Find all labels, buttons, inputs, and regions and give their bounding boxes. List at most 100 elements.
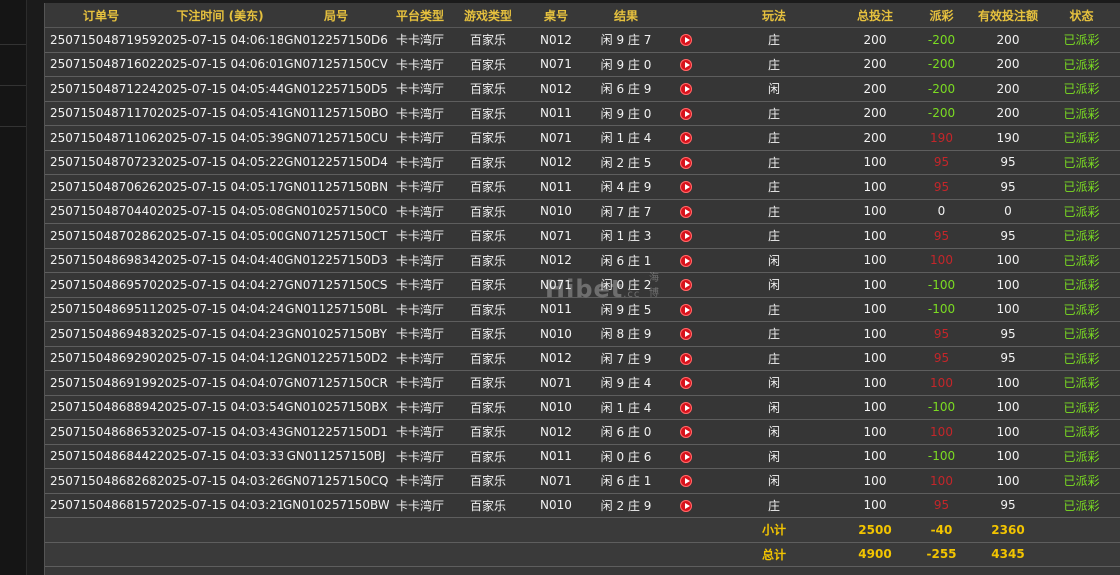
play-replay-icon[interactable] (680, 279, 692, 292)
table-row[interactable]: 250715048681579 2025-07-15 04:03:21 GN0102… (45, 493, 1120, 518)
cell-game-type: 百家乐 (451, 199, 525, 224)
cell-order-no: 250715048707232 (45, 150, 157, 175)
table-row[interactable]: 250715048686536 2025-07-15 04:03:43 GN0122… (45, 419, 1120, 445)
cell-payout: -100 (909, 444, 974, 469)
cell-round-no: GN011257150BO (283, 101, 389, 126)
play-replay-icon[interactable] (680, 230, 692, 243)
play-replay-icon[interactable] (680, 205, 692, 218)
col-header-table-no[interactable]: 桌号 (525, 3, 587, 28)
play-replay-icon[interactable] (680, 352, 692, 365)
play-replay-icon[interactable] (680, 132, 692, 145)
col-header-payout[interactable]: 派彩 (909, 3, 974, 28)
table-row[interactable]: 250715048702863 2025-07-15 04:05:00 GN0712… (45, 223, 1120, 249)
play-replay-icon[interactable] (680, 254, 692, 267)
play-replay-icon[interactable] (680, 401, 692, 414)
cell-total-bet: 100 (841, 321, 909, 347)
play-replay-icon[interactable] (680, 475, 692, 488)
cell-result: 闲 9 庄 0 (587, 101, 665, 126)
cell-result: 闲 9 庄 0 (587, 52, 665, 77)
cell-play: 闲 (707, 76, 841, 102)
cell-status: 已派彩 (1042, 76, 1120, 102)
play-replay-icon[interactable] (680, 58, 692, 71)
table-row[interactable]: 250715048712240 2025-07-15 04:05:44 GN0122… (45, 76, 1120, 102)
table-row[interactable]: 250715048707232 2025-07-15 04:05:22 GN0122… (45, 150, 1120, 175)
table-row[interactable]: 250715048695110 2025-07-15 04:04:24 GN0112… (45, 297, 1120, 322)
cell-platform: 卡卡湾厅 (389, 150, 451, 175)
play-replay-icon[interactable] (680, 450, 692, 463)
cell-game-type: 百家乐 (451, 346, 525, 371)
col-header-order-no[interactable]: 订单号 (45, 3, 157, 28)
cell-total-bet: 100 (841, 199, 909, 224)
cell-total-bet: 100 (841, 174, 909, 200)
cell-platform: 卡卡湾厅 (389, 52, 451, 77)
play-replay-icon[interactable] (680, 34, 692, 47)
cell-replay (665, 101, 707, 126)
total-valid: 4345 (974, 542, 1042, 567)
play-replay-icon[interactable] (680, 328, 692, 341)
table-row[interactable]: 250715048704400 2025-07-15 04:05:08 GN0102… (45, 199, 1120, 224)
cell-play: 闲 (707, 272, 841, 298)
cell-play: 庄 (707, 346, 841, 371)
cell-result: 闲 7 庄 9 (587, 346, 665, 371)
col-header-result[interactable]: 结果 (587, 3, 665, 28)
col-header-round-no[interactable]: 局号 (283, 3, 389, 28)
play-replay-icon[interactable] (680, 377, 692, 390)
cell-bet-time: 2025-07-15 04:05:22 (157, 150, 283, 175)
col-header-bet-time[interactable]: 下注时间 (美东) (157, 3, 283, 28)
col-header-total-bet[interactable]: 总投注 (841, 3, 909, 28)
cell-round-no: GN071257150CS (283, 272, 389, 298)
table-row[interactable]: 250715048711705 2025-07-15 04:05:41 GN0112… (45, 101, 1120, 126)
cell-platform: 卡卡湾厅 (389, 27, 451, 53)
play-replay-icon[interactable] (680, 181, 692, 194)
cell-platform: 卡卡湾厅 (389, 174, 451, 200)
play-replay-icon[interactable] (680, 107, 692, 120)
cell-replay (665, 174, 707, 200)
play-replay-icon[interactable] (680, 426, 692, 439)
table-row[interactable]: 250715048711064 2025-07-15 04:05:39 GN0712… (45, 125, 1120, 151)
bet-records-panel: 订单号 下注时间 (美东) 局号 平台类型 游戏类型 桌号 结果 玩法 总投注 … (44, 3, 1120, 575)
cell-total-bet: 100 (841, 272, 909, 298)
cell-order-no: 250715048698341 (45, 248, 157, 273)
table-row[interactable]: 250715048694830 2025-07-15 04:04:23 GN0102… (45, 321, 1120, 347)
table-row[interactable]: 250715048706268 2025-07-15 04:05:17 GN0112… (45, 174, 1120, 200)
sidebar-segment[interactable] (0, 86, 26, 127)
play-replay-icon[interactable] (680, 303, 692, 316)
sidebar-segment[interactable] (0, 45, 26, 86)
cell-replay (665, 297, 707, 322)
cell-table-no: N012 (525, 150, 587, 175)
table-row[interactable]: 250715048698341 2025-07-15 04:04:40 GN0122… (45, 248, 1120, 273)
col-header-platform[interactable]: 平台类型 (389, 3, 451, 28)
cell-bet-time: 2025-07-15 04:03:33 (157, 444, 283, 469)
sidebar-segment[interactable] (0, 0, 26, 45)
play-replay-icon[interactable] (680, 83, 692, 96)
cell-platform: 卡卡湾厅 (389, 272, 451, 298)
cell-replay (665, 248, 707, 273)
table-row[interactable]: 250715048691990 2025-07-15 04:04:07 GN0712… (45, 370, 1120, 396)
cell-result: 闲 9 庄 4 (587, 370, 665, 396)
play-replay-icon[interactable] (680, 156, 692, 169)
play-replay-icon[interactable] (680, 499, 692, 512)
cell-status: 已派彩 (1042, 174, 1120, 200)
table-row[interactable]: 250715048682686 2025-07-15 04:03:26 GN0712… (45, 468, 1120, 494)
cell-play: 闲 (707, 444, 841, 469)
cell-table-no: N012 (525, 419, 587, 445)
table-row[interactable]: 250715048684428 2025-07-15 04:03:33 GN0112… (45, 444, 1120, 469)
cell-round-no: GN011257150BJ (283, 444, 389, 469)
col-header-play[interactable]: 玩法 (707, 3, 841, 28)
table-row[interactable]: 250715048688940 2025-07-15 04:03:54 GN0102… (45, 395, 1120, 420)
cell-platform: 卡卡湾厅 (389, 493, 451, 518)
cell-order-no: 250715048688940 (45, 395, 157, 420)
table-row[interactable]: 250715048716025 2025-07-15 04:06:01 GN0712… (45, 52, 1120, 77)
table-body: 250715048719591 2025-07-15 04:06:18 GN0122… (45, 27, 1120, 518)
cell-total-bet: 100 (841, 370, 909, 396)
cell-platform: 卡卡湾厅 (389, 444, 451, 469)
table-row[interactable]: 250715048692909 2025-07-15 04:04:12 GN0122… (45, 346, 1120, 371)
table-row[interactable]: 250715048695702 2025-07-15 04:04:27 GN0712… (45, 272, 1120, 298)
cell-play: 庄 (707, 321, 841, 347)
col-header-valid-bet[interactable]: 有效投注额 (974, 3, 1042, 28)
col-header-game-type[interactable]: 游戏类型 (451, 3, 525, 28)
table-row[interactable]: 250715048719591 2025-07-15 04:06:18 GN0122… (45, 27, 1120, 53)
cell-replay (665, 346, 707, 371)
col-header-status[interactable]: 状态 (1042, 3, 1120, 28)
cell-order-no: 250715048712240 (45, 76, 157, 102)
